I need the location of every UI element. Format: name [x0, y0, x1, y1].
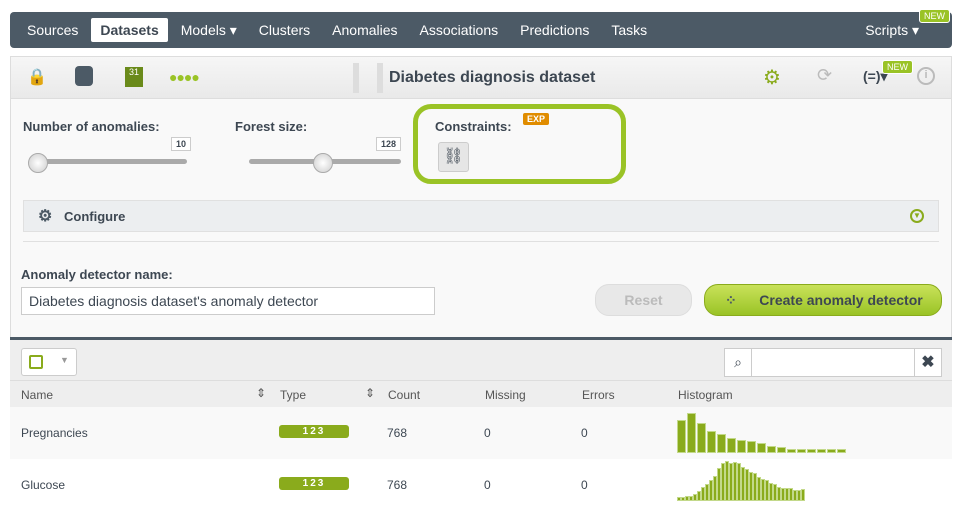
- name-label: Anomaly detector name:: [21, 267, 173, 282]
- histogram-bar: [817, 449, 826, 453]
- table-row[interactable]: Pregnancies 123 768 0 0: [10, 407, 952, 459]
- nav-clusters[interactable]: Clusters: [250, 18, 319, 42]
- header-type[interactable]: Type: [280, 388, 306, 402]
- missing: 0: [484, 478, 491, 492]
- table-header: Name ⇕ Type ⇕ Count Missing Errors Histo…: [10, 380, 952, 407]
- nav-anomalies[interactable]: Anomalies: [323, 18, 406, 42]
- histogram[interactable]: [677, 411, 846, 453]
- histogram-bar: [687, 413, 696, 453]
- info-icon[interactable]: i: [917, 67, 935, 85]
- toolbar: 🔒 31 ●●●● Diabetes diagnosis dataset ⚙ ⟳…: [11, 57, 951, 99]
- histogram-bar: [827, 449, 836, 453]
- histogram-bar: [757, 443, 766, 453]
- anomaly-icon: ⁘: [725, 292, 737, 308]
- nav-tasks[interactable]: Tasks: [602, 18, 656, 42]
- search-icon[interactable]: ⌕: [724, 348, 752, 377]
- histogram-bar: [787, 449, 796, 453]
- histogram-bar: [707, 431, 716, 453]
- header-name[interactable]: Name: [21, 388, 53, 402]
- histogram-bar: [837, 449, 846, 453]
- header-errors: Errors: [582, 388, 615, 402]
- reset-button[interactable]: Reset: [595, 284, 692, 316]
- configure-section[interactable]: ⚙ Configure ▼: [23, 200, 939, 232]
- detector-name-input[interactable]: Diabetes diagnosis dataset's anomaly det…: [21, 287, 435, 315]
- count: 768: [387, 478, 408, 492]
- type-badge: 123: [279, 425, 349, 438]
- exp-badge: EXP: [523, 113, 550, 125]
- header-missing: Missing: [485, 388, 526, 402]
- field-name: Pregnancies: [21, 426, 88, 440]
- nav-datasets[interactable]: Datasets: [91, 18, 168, 42]
- histogram[interactable]: [677, 459, 805, 501]
- sort-icon[interactable]: ⇕: [365, 386, 375, 400]
- dataset-search-icon[interactable]: [75, 66, 93, 86]
- top-nav: Sources Datasets Models ▾ Clusters Anoma…: [10, 9, 952, 48]
- configure-label: Configure: [64, 209, 126, 224]
- histogram-bar: [727, 438, 736, 453]
- nav-predictions[interactable]: Predictions: [511, 18, 598, 42]
- fields-icon[interactable]: 31: [125, 67, 143, 87]
- histogram-bar: [807, 449, 816, 453]
- create-anomaly-detector-button[interactable]: ⁘ Create anomaly detector: [704, 284, 942, 316]
- page-title: Diabetes diagnosis dataset: [389, 69, 596, 86]
- dots-icon[interactable]: ●●●●: [169, 69, 200, 85]
- histogram-bar: [777, 447, 786, 453]
- anomalies-label: Number of anomalies:: [23, 119, 160, 134]
- histogram-bar: [747, 441, 756, 453]
- settings-icon[interactable]: ⚙: [763, 65, 781, 90]
- missing: 0: [484, 426, 491, 440]
- forest-size-label: Forest size:: [235, 119, 308, 134]
- lock-icon[interactable]: 🔒: [27, 67, 47, 87]
- count: 768: [387, 426, 408, 440]
- new-badge: NEW: [919, 9, 950, 23]
- gears-icon: ⚙: [38, 208, 53, 225]
- histogram-bar: [737, 440, 746, 453]
- histogram-bar: [717, 434, 726, 453]
- forest-size-slider-handle[interactable]: [313, 153, 333, 173]
- errors: 0: [581, 478, 588, 492]
- constraints-link-icon[interactable]: ⛓: [438, 142, 469, 172]
- bars-icon: [353, 63, 383, 93]
- chevron-down-icon[interactable]: ▼: [910, 209, 924, 223]
- histogram-bar: [697, 423, 706, 453]
- clear-search-icon[interactable]: ✖: [914, 348, 942, 377]
- nav-associations[interactable]: Associations: [411, 18, 508, 42]
- new-badge: NEW: [882, 60, 913, 74]
- errors: 0: [581, 426, 588, 440]
- anomaly-config-panel: 🔒 31 ●●●● Diabetes diagnosis dataset ⚙ ⟳…: [10, 56, 952, 338]
- nav-scripts[interactable]: Scripts ▾: [856, 18, 928, 43]
- nav-models[interactable]: Models ▾: [172, 18, 246, 43]
- header-histogram: Histogram: [678, 388, 733, 402]
- table-row[interactable]: Glucose 123 768 0 0: [10, 459, 952, 511]
- sort-icon[interactable]: ⇕: [256, 386, 266, 400]
- anomalies-slider-handle[interactable]: [28, 153, 48, 173]
- anomalies-value: 10: [171, 137, 192, 151]
- histogram-bar: [677, 420, 686, 453]
- histogram-bar: [767, 446, 776, 453]
- fields-table: ▼ ⌕ ✖ Name ⇕ Type ⇕ Count Missing Errors…: [10, 337, 952, 511]
- search-input[interactable]: [751, 348, 915, 377]
- constraints-label: Constraints:: [435, 119, 512, 134]
- histogram-bar: [797, 449, 806, 453]
- anomalies-slider[interactable]: [29, 159, 187, 164]
- field-name: Glucose: [21, 478, 66, 492]
- forest-size-value: 128: [376, 137, 402, 151]
- caret-down-icon: ▼: [60, 355, 69, 365]
- create-label: Create anomaly detector: [759, 292, 923, 308]
- sync-icon[interactable]: ⟳: [817, 65, 832, 86]
- collapse-icon: [29, 355, 43, 369]
- nav-sources[interactable]: Sources: [18, 18, 87, 42]
- type-badge: 123: [279, 477, 349, 490]
- view-toggle-dropdown[interactable]: ▼: [21, 348, 77, 376]
- histogram-bar: [801, 489, 805, 501]
- header-count: Count: [388, 388, 421, 402]
- divider: [23, 241, 939, 242]
